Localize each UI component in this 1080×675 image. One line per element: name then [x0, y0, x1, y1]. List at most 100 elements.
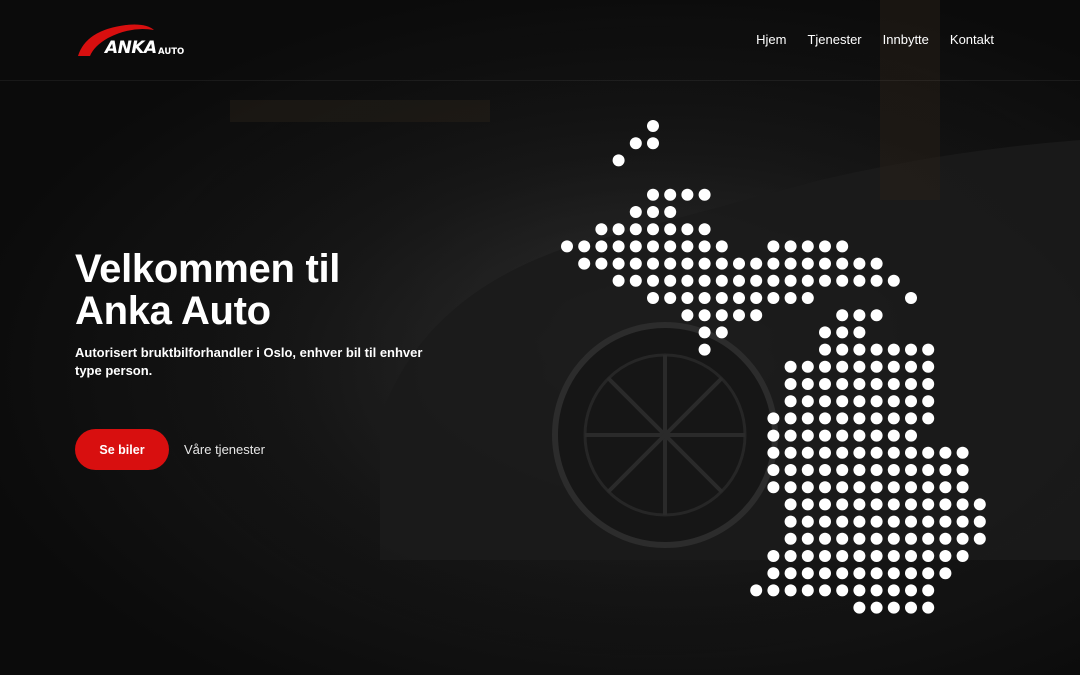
map-dot — [819, 532, 831, 545]
logo-name: ANKA — [105, 38, 157, 58]
map-dot — [956, 446, 969, 459]
map-dot — [922, 378, 935, 390]
map-dot — [784, 429, 797, 442]
map-dot — [887, 498, 900, 511]
map-dot — [801, 360, 814, 373]
map-dot — [801, 412, 814, 425]
map-dot — [750, 292, 763, 304]
map-dot — [801, 464, 814, 476]
map-dot — [887, 343, 900, 356]
logo-suffix: AUTO — [158, 47, 185, 57]
see-cars-button[interactable]: Se biler — [75, 429, 169, 470]
map-dot — [922, 515, 935, 528]
map-dot — [681, 274, 694, 287]
map-dot — [664, 206, 677, 218]
nav-item-hjem[interactable]: Hjem — [756, 32, 786, 47]
map-dot — [698, 240, 711, 253]
map-dot — [887, 395, 900, 408]
map-dot — [698, 188, 711, 201]
map-dot — [973, 515, 986, 528]
map-dot — [767, 550, 780, 562]
map-dot — [939, 498, 952, 511]
map-dot — [801, 257, 814, 270]
map-dot — [801, 378, 814, 390]
map-dot — [836, 532, 849, 545]
map-dot — [905, 532, 917, 545]
brand-logo[interactable]: ANKA AUTO — [76, 22, 188, 62]
map-dot — [905, 292, 917, 304]
map-dot — [612, 257, 625, 270]
map-dot — [715, 257, 728, 270]
map-dot — [922, 498, 935, 511]
map-dot — [870, 550, 883, 562]
map-dot — [836, 309, 849, 322]
map-dot — [905, 601, 917, 614]
map-dot — [922, 360, 935, 373]
map-dot — [836, 257, 849, 270]
map-dot — [939, 515, 952, 528]
map-dot — [853, 481, 866, 494]
map-dot — [784, 378, 797, 390]
map-dot — [836, 550, 849, 562]
map-dot — [698, 326, 711, 339]
map-dot — [715, 309, 728, 322]
map-dot — [887, 412, 900, 425]
map-dot — [819, 378, 831, 390]
map-dot — [612, 274, 625, 287]
map-dot — [801, 532, 814, 545]
map-dot — [887, 429, 900, 442]
map-dot — [698, 257, 711, 270]
map-dot — [887, 360, 900, 373]
our-services-link[interactable]: Våre tjenester — [184, 442, 265, 457]
map-dot — [784, 481, 797, 494]
map-dot — [801, 292, 814, 304]
map-dot — [870, 395, 883, 408]
map-dot — [836, 584, 849, 597]
map-dot — [836, 343, 849, 356]
map-dot — [647, 257, 659, 270]
nav-item-kontakt[interactable]: Kontakt — [950, 32, 994, 47]
map-dot — [819, 446, 831, 459]
map-dot — [887, 584, 900, 597]
map-dot — [853, 550, 866, 562]
map-dot — [853, 584, 866, 597]
dotted-map-graphic — [561, 120, 986, 614]
map-dot — [905, 412, 917, 425]
map-dot — [595, 223, 608, 236]
map-dot — [767, 292, 780, 304]
map-dot — [870, 429, 883, 442]
map-dot — [853, 446, 866, 459]
map-dot — [973, 498, 986, 511]
map-dot — [681, 292, 694, 304]
map-dot — [681, 240, 694, 253]
map-dot — [612, 240, 625, 253]
map-dot — [853, 601, 866, 614]
map-dot — [836, 240, 849, 253]
map-dot — [956, 532, 969, 545]
map-dot — [887, 446, 900, 459]
map-dot — [905, 395, 917, 408]
map-dot — [922, 532, 935, 545]
map-dot — [801, 240, 814, 253]
map-dot — [750, 309, 763, 322]
map-dot — [595, 257, 608, 270]
map-dot — [905, 378, 917, 390]
map-dot — [870, 601, 883, 614]
map-dot — [767, 446, 780, 459]
map-dot — [956, 515, 969, 528]
map-dot — [819, 274, 831, 287]
map-dot — [973, 532, 986, 545]
nav-item-innbytte[interactable]: Innbytte — [883, 32, 929, 47]
map-dot — [629, 240, 642, 253]
map-dot — [664, 223, 677, 236]
map-dot — [922, 446, 935, 459]
map-dot — [870, 515, 883, 528]
map-dot — [784, 464, 797, 476]
map-dot — [784, 292, 797, 304]
map-dot — [767, 274, 780, 287]
map-dot — [853, 326, 866, 339]
map-dot — [939, 464, 952, 476]
map-dot — [905, 360, 917, 373]
map-dot — [801, 446, 814, 459]
nav-item-tjenester[interactable]: Tjenester — [807, 32, 861, 47]
